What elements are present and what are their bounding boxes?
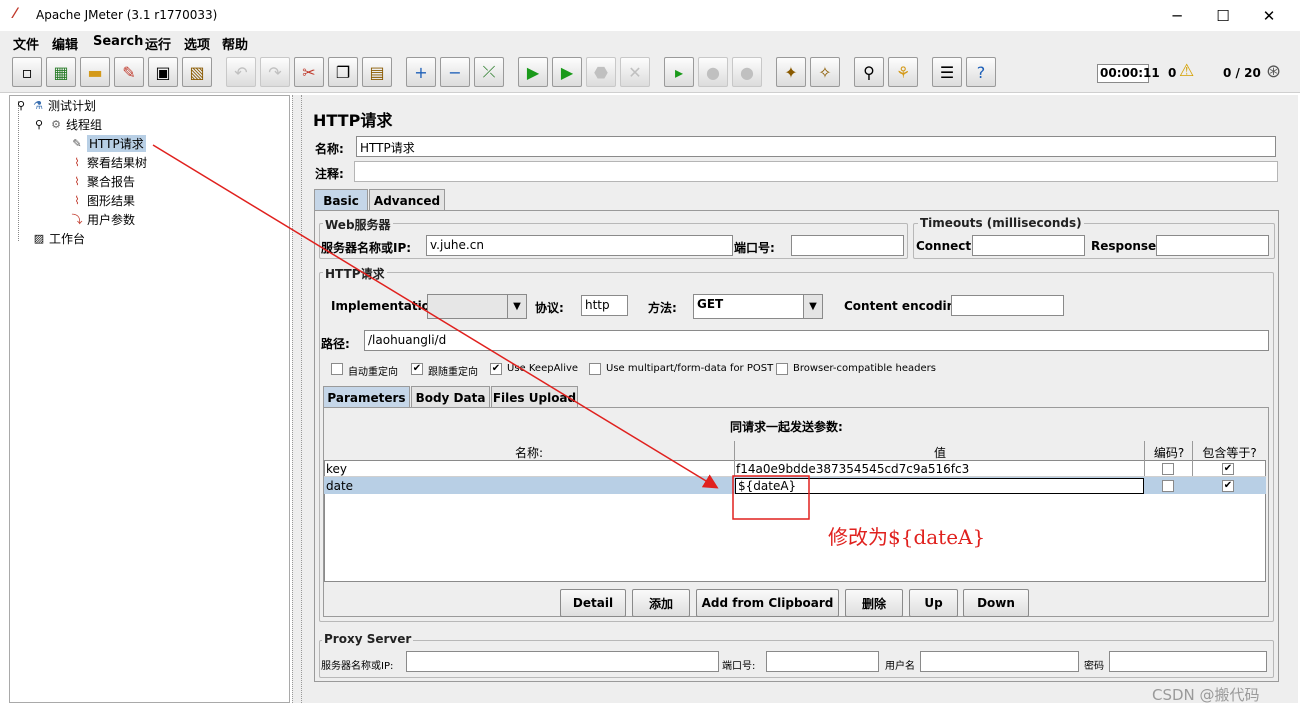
watermark: CSDN @搬代码 xyxy=(1152,686,1260,704)
annotation-overlay xyxy=(152,144,810,520)
annotation-arrow xyxy=(152,144,719,489)
annotation-highlight-box xyxy=(732,475,810,520)
annotation-text: 修改为${dateA} xyxy=(828,525,986,549)
